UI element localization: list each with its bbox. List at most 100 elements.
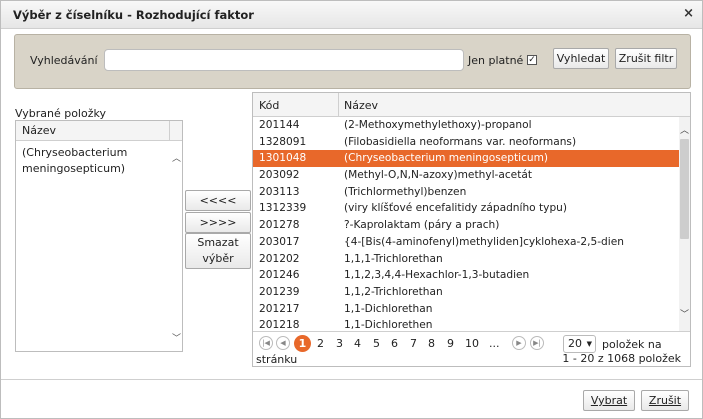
cell-name: (viry klíšťové encefalitidy západního ty… bbox=[344, 202, 568, 215]
search-panel: Vyhledávání Jen platné ✓ Vyhledat Zrušit… bbox=[14, 34, 691, 89]
scroll-down-icon[interactable]: ﹀ bbox=[680, 307, 689, 320]
cell-name: (Filobasidiella neoformans var. neoforma… bbox=[344, 135, 577, 148]
cell-code: 203017 bbox=[259, 235, 300, 248]
scroll-down-icon[interactable]: ﹀ bbox=[172, 331, 181, 344]
cell-code: 201202 bbox=[259, 252, 300, 265]
cell-code: 201217 bbox=[259, 302, 300, 315]
cell-name: 1,1-Dichlorethen bbox=[344, 319, 433, 331]
page-size-value: 20 bbox=[568, 337, 582, 350]
pager-info: 1 - 20 z 1068 položek bbox=[562, 352, 681, 365]
selected-items-list: Název (Chryseobacterium meningosepticum)… bbox=[15, 120, 183, 352]
page-link[interactable]: 7 bbox=[410, 337, 417, 350]
cell-name: {4-[Bis(4-aminofenyl)methyliden]cyklohex… bbox=[344, 235, 624, 248]
cell-name: ?-Kaprolaktam (páry a prach) bbox=[344, 219, 500, 232]
table-row[interactable]: 203092 (Methyl-O,N,N-azoxy)methyl-acetát bbox=[253, 167, 679, 184]
cell-name: 1,1-Dichlorethan bbox=[344, 302, 433, 315]
cancel-button[interactable]: Zrušit bbox=[641, 390, 689, 411]
page-link[interactable]: 10 bbox=[465, 337, 479, 350]
column-header-code[interactable]: Kód bbox=[259, 99, 279, 112]
search-input[interactable] bbox=[104, 49, 464, 71]
page-link[interactable]: 5 bbox=[373, 337, 380, 350]
cell-code: 201278 bbox=[259, 219, 300, 232]
table-row[interactable]: 201278 ?-Kaprolaktam (páry a prach) bbox=[253, 217, 679, 234]
scrollbar-thumb[interactable] bbox=[680, 139, 689, 239]
table-row[interactable]: 201218 1,1-Dichlorethen bbox=[253, 317, 679, 331]
select-button[interactable]: Vybrat bbox=[583, 390, 635, 411]
table-row[interactable]: 1301048 (Chryseobacterium meningosepticum… bbox=[253, 150, 679, 168]
page-link[interactable]: 3 bbox=[336, 337, 343, 350]
cell-code: 1301048 bbox=[259, 152, 307, 165]
dialog-title: Výběr z číselníku - Rozhodující faktor bbox=[13, 8, 254, 22]
cell-code: 203113 bbox=[259, 185, 300, 198]
cell-code: 201144 bbox=[259, 119, 300, 131]
table-row[interactable]: 201144 (2-Methoxymethylethoxy)-propanol bbox=[253, 117, 679, 134]
cell-code: 201239 bbox=[259, 285, 300, 298]
codelist-grid: Kód Název 201144 (2-Methoxymethylethoxy)-… bbox=[252, 92, 691, 367]
grid-rows: 201144 (2-Methoxymethylethoxy)-propanol 13… bbox=[253, 117, 679, 331]
page-link[interactable]: 9 bbox=[447, 337, 454, 350]
grid-scrollbar[interactable]: ︿ ﹀ bbox=[679, 117, 690, 331]
cell-code: 1312339 bbox=[259, 202, 307, 215]
table-row[interactable]: 201217 1,1-Dichlorethan bbox=[253, 301, 679, 318]
cell-name: 1,1,2,3,4,4-Hexachlor-1,3-butadien bbox=[344, 269, 530, 282]
cell-code: 1328091 bbox=[259, 135, 307, 148]
footer-divider bbox=[1, 379, 702, 380]
first-page-icon[interactable]: |◀ bbox=[259, 336, 273, 350]
move-right-button[interactable]: >>>> bbox=[185, 212, 251, 233]
pager: |◀ ◀ 1 2 3 4 5 6 7 8 9 10 ... ▶ ▶| 20 ▼ … bbox=[253, 331, 690, 366]
page-size-select[interactable]: 20 ▼ bbox=[563, 335, 596, 353]
cell-name: 1,1,1-Trichlorethan bbox=[344, 252, 443, 265]
dialog-titlebar: Výběr z číselníku - Rozhodující faktor × bbox=[1, 1, 702, 29]
search-label: Vyhledávání bbox=[30, 54, 98, 67]
scroll-up-icon[interactable]: ︿ bbox=[680, 123, 689, 136]
clear-selection-button[interactable]: Smazat výběr bbox=[185, 233, 251, 269]
move-left-button[interactable]: <<<< bbox=[185, 190, 251, 211]
clear-selection-label-1: Smazat bbox=[197, 236, 239, 249]
table-row[interactable]: 203113 (Trichlormethyl)benzen bbox=[253, 184, 679, 201]
table-row[interactable]: 201239 1,1,2-Trichlorethan bbox=[253, 284, 679, 301]
cancel-button-label: Zrušit bbox=[648, 394, 682, 407]
cell-name: (Chryseobacterium meningosepticum) bbox=[344, 152, 549, 165]
page-link[interactable]: 2 bbox=[317, 337, 324, 350]
cell-code: 201218 bbox=[259, 319, 300, 331]
cell-code: 201246 bbox=[259, 269, 300, 282]
search-button[interactable]: Vyhledat bbox=[553, 48, 609, 69]
cell-name: (2-Methoxymethylethoxy)-propanol bbox=[344, 119, 532, 131]
cell-name: 1,1,2-Trichlorethan bbox=[344, 285, 443, 298]
close-icon[interactable]: × bbox=[683, 7, 694, 21]
next-page-icon[interactable]: ▶ bbox=[512, 336, 526, 350]
column-divider bbox=[338, 93, 339, 117]
cell-name: (Trichlormethyl)benzen bbox=[344, 185, 467, 198]
table-row[interactable]: 1312339 (viry klíšťové encefalitidy západ… bbox=[253, 200, 679, 217]
cell-name: (Methyl-O,N,N-azoxy)methyl-acetát bbox=[344, 169, 532, 182]
table-row[interactable]: 1328091 (Filobasidiella neoformans var. n… bbox=[253, 134, 679, 151]
grid-header: Kód Název bbox=[253, 93, 690, 117]
table-row[interactable]: 201202 1,1,1-Trichlorethan bbox=[253, 251, 679, 268]
selected-items-label: Vybrané položky bbox=[15, 107, 106, 120]
page-link[interactable]: 8 bbox=[428, 337, 435, 350]
only-valid-label: Jen platné bbox=[468, 54, 524, 67]
column-divider bbox=[169, 121, 170, 141]
page-link[interactable]: 6 bbox=[391, 337, 398, 350]
page-current[interactable]: 1 bbox=[294, 335, 311, 352]
table-row[interactable]: 203017 {4-[Bis(4-aminofenyl)methyliden]cy… bbox=[253, 234, 679, 251]
chevron-down-icon: ▼ bbox=[586, 340, 592, 348]
select-button-label: Vybrat bbox=[590, 394, 628, 407]
selected-item[interactable]: (Chryseobacterium meningosepticum) bbox=[22, 145, 162, 177]
scroll-up-icon[interactable]: ︿ bbox=[172, 151, 181, 164]
last-page-icon[interactable]: ▶| bbox=[530, 336, 544, 350]
table-row[interactable]: 201246 1,1,2,3,4,4-Hexachlor-1,3-butadien bbox=[253, 267, 679, 284]
only-valid-checkbox[interactable]: ✓ bbox=[527, 55, 537, 65]
column-header-name[interactable]: Název bbox=[344, 99, 378, 112]
prev-page-icon[interactable]: ◀ bbox=[276, 336, 290, 350]
clear-selection-label-2: výběr bbox=[202, 252, 234, 265]
per-page-label: položek na bbox=[602, 338, 662, 351]
selected-column-name: Název bbox=[22, 124, 57, 137]
per-page-label-2: stránku bbox=[256, 353, 298, 366]
page-ellipsis[interactable]: ... bbox=[489, 337, 500, 350]
cell-code: 203092 bbox=[259, 169, 300, 182]
clear-filter-button[interactable]: Zrušit filtr bbox=[615, 48, 677, 69]
selection-dialog: Výběr z číselníku - Rozhodující faktor ×… bbox=[0, 0, 703, 419]
page-link[interactable]: 4 bbox=[354, 337, 361, 350]
selected-column-header: Název bbox=[16, 121, 182, 141]
